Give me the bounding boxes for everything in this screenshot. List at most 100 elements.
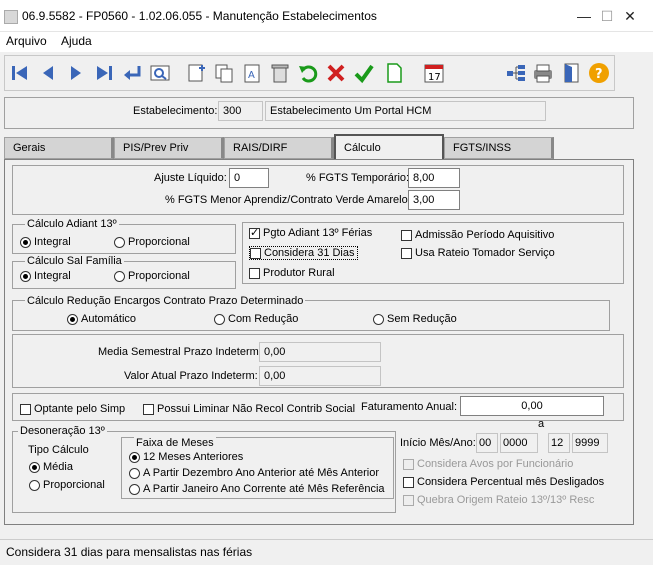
fgts-menor-aprendiz-label: % FGTS Menor Aprendiz/Contrato Verde Ama… — [165, 194, 411, 206]
reducao-automatico-option[interactable]: Automático — [67, 313, 136, 325]
checkbox-icon — [249, 267, 260, 279]
deson-proporcional-option[interactable]: Proporcional — [29, 479, 105, 491]
return-icon[interactable] — [119, 60, 145, 86]
pgto-adiant-checkbox[interactable]: Pgto Adiant 13º Férias — [249, 226, 373, 239]
cancel-icon[interactable] — [323, 60, 349, 86]
status-bar: Considera 31 dias para mensalistas nas f… — [0, 539, 653, 565]
salfam-proporcional-label: Proporcional — [128, 270, 190, 282]
considera-avos-label: Considera Avos por Funcionário — [417, 458, 574, 470]
reducao-title: Cálculo Redução Encargos Contrato Prazo … — [25, 295, 306, 307]
add-record-icon[interactable] — [183, 60, 209, 86]
checkbox-icon — [143, 403, 154, 415]
calculo-sal-familia-title: Cálculo Sal Família — [25, 255, 124, 267]
estabelecimento-code: 300 — [218, 101, 263, 121]
next-record-icon[interactable] — [63, 60, 89, 86]
tab-fgts-inss[interactable]: FGTS/INSS — [444, 137, 554, 159]
desoneracao-title: Desoneração 13º — [18, 425, 107, 437]
checkbox-icon — [249, 226, 260, 239]
inicio-mes-field[interactable]: 00 — [476, 433, 498, 453]
possui-liminar-label: Possui Liminar Não Recol Contrib Social — [157, 403, 356, 415]
adiant-integral-label: Integral — [34, 236, 71, 248]
faixa-dezembro-option[interactable]: A Partir Dezembro Ano Anterior até Mês A… — [129, 467, 379, 479]
faturamento-anual-input[interactable]: 0,00 — [460, 396, 604, 416]
confirm-icon[interactable] — [351, 60, 377, 86]
tab-gerais[interactable]: Gerais — [4, 137, 114, 159]
admissao-label: Admissão Período Aquisitivo — [415, 229, 555, 241]
edit-record-icon[interactable]: A — [239, 60, 265, 86]
deson-media-label: Média — [43, 461, 73, 473]
fgts-temporario-label: % FGTS Temporário: — [306, 172, 410, 184]
print-icon[interactable] — [530, 60, 556, 86]
checkbox-icon — [20, 403, 31, 415]
menu-ajuda[interactable]: Ajuda — [61, 34, 92, 48]
checkbox-icon — [403, 458, 414, 470]
checkbox-icon — [401, 229, 412, 241]
close-button[interactable]: ✕ — [607, 0, 653, 32]
radio-icon — [20, 236, 31, 248]
reducao-com-option[interactable]: Com Redução — [214, 313, 298, 325]
tab-pis-prev-priv[interactable]: PIS/Prev Priv — [114, 137, 224, 159]
menu-bar — [0, 32, 653, 52]
optante-simp-checkbox[interactable]: Optante pelo Simp — [20, 403, 125, 415]
reducao-sem-option[interactable]: Sem Redução — [373, 313, 457, 325]
rateio-tomador-label: Usa Rateio Tomador Serviço — [415, 247, 555, 259]
fim-ano-field[interactable]: 9999 — [572, 433, 608, 453]
first-record-icon[interactable] — [7, 60, 33, 86]
adiant-integral-option[interactable]: Integral — [20, 236, 71, 248]
quebra-origem-checkbox[interactable]: Quebra Origem Rateio 13º/13º Resc — [403, 494, 594, 506]
radio-icon — [114, 270, 125, 282]
reducao-sem-label: Sem Redução — [387, 313, 457, 325]
undo-icon[interactable] — [295, 60, 321, 86]
previous-record-icon[interactable] — [35, 60, 61, 86]
fim-mes-field[interactable]: 12 — [548, 433, 570, 453]
considera-31-dias-checkbox[interactable]: Considera 31 Dias — [249, 246, 358, 260]
menu-arquivo[interactable]: Arquivo — [6, 34, 47, 48]
reducao-com-label: Com Redução — [228, 313, 299, 325]
copy-record-icon[interactable] — [211, 60, 237, 86]
ate-label: a — [538, 418, 545, 430]
possui-liminar-checkbox[interactable]: Possui Liminar Não Recol Contrib Social — [143, 403, 355, 415]
estabelecimento-name: Estabelecimento Um Portal HCM — [265, 101, 546, 121]
search-icon[interactable] — [147, 60, 173, 86]
tab-calculo[interactable]: Cálculo — [334, 134, 444, 160]
considera-avos-checkbox[interactable]: Considera Avos por Funcionário — [403, 458, 573, 470]
produtor-rural-checkbox[interactable]: Produtor Rural — [249, 267, 335, 279]
new-document-icon[interactable] — [381, 60, 407, 86]
svg-text:A: A — [248, 70, 255, 81]
radio-icon — [214, 313, 225, 325]
considera-percentual-checkbox[interactable]: Considera Percentual mês Desligados — [403, 476, 604, 488]
ajuste-liquido-input[interactable]: 0 — [229, 168, 269, 188]
fgts-menor-aprendiz-input[interactable]: 3,00 — [408, 190, 460, 210]
help-icon[interactable]: ? — [586, 60, 612, 86]
radio-icon — [29, 461, 40, 473]
deson-media-option[interactable]: Média — [29, 461, 73, 473]
faturamento-anual-label: Faturamento Anual: — [361, 401, 458, 413]
quebra-origem-label: Quebra Origem Rateio 13º/13º Resc — [417, 494, 595, 506]
exit-icon[interactable] — [558, 60, 584, 86]
tree-view-icon[interactable] — [503, 60, 529, 86]
salfam-proporcional-option[interactable]: Proporcional — [114, 270, 190, 282]
salfam-integral-option[interactable]: Integral — [20, 270, 71, 282]
rateio-tomador-checkbox[interactable]: Usa Rateio Tomador Serviço — [401, 247, 555, 259]
pgto-adiant-label: Pgto Adiant 13º Férias — [263, 227, 373, 239]
adiant-proporcional-option[interactable]: Proporcional — [114, 236, 190, 248]
radio-icon — [20, 270, 31, 282]
calendar-icon[interactable]: 17 — [421, 60, 447, 86]
radio-icon — [67, 313, 78, 325]
last-record-icon[interactable] — [91, 60, 117, 86]
delete-record-icon[interactable] — [267, 60, 293, 86]
tab-rais-dirf[interactable]: RAIS/DIRF — [224, 137, 334, 159]
svg-text:?: ? — [595, 67, 603, 82]
reducao-automatico-label: Automático — [81, 313, 137, 325]
faixa-janeiro-option[interactable]: A Partir Janeiro Ano Corrente até Mês Re… — [129, 483, 385, 495]
admissao-checkbox[interactable]: Admissão Período Aquisitivo — [401, 229, 554, 241]
fgts-temporario-input[interactable]: 8,00 — [408, 168, 460, 188]
tipo-calculo-label: Tipo Cálculo — [28, 444, 89, 456]
calculo-adiant-title: Cálculo Adiant 13º — [25, 218, 119, 230]
faixa-12-meses-option[interactable]: 12 Meses Anteriores — [129, 451, 243, 463]
inicio-ano-field[interactable]: 0000 — [500, 433, 538, 453]
produtor-rural-label: Produtor Rural — [263, 267, 335, 279]
optante-simp-label: Optante pelo Simp — [34, 403, 126, 415]
media-semestral-label: Media Semestral Prazo Indeterm: — [98, 346, 262, 358]
considera-percentual-label: Considera Percentual mês Desligados — [417, 476, 605, 488]
